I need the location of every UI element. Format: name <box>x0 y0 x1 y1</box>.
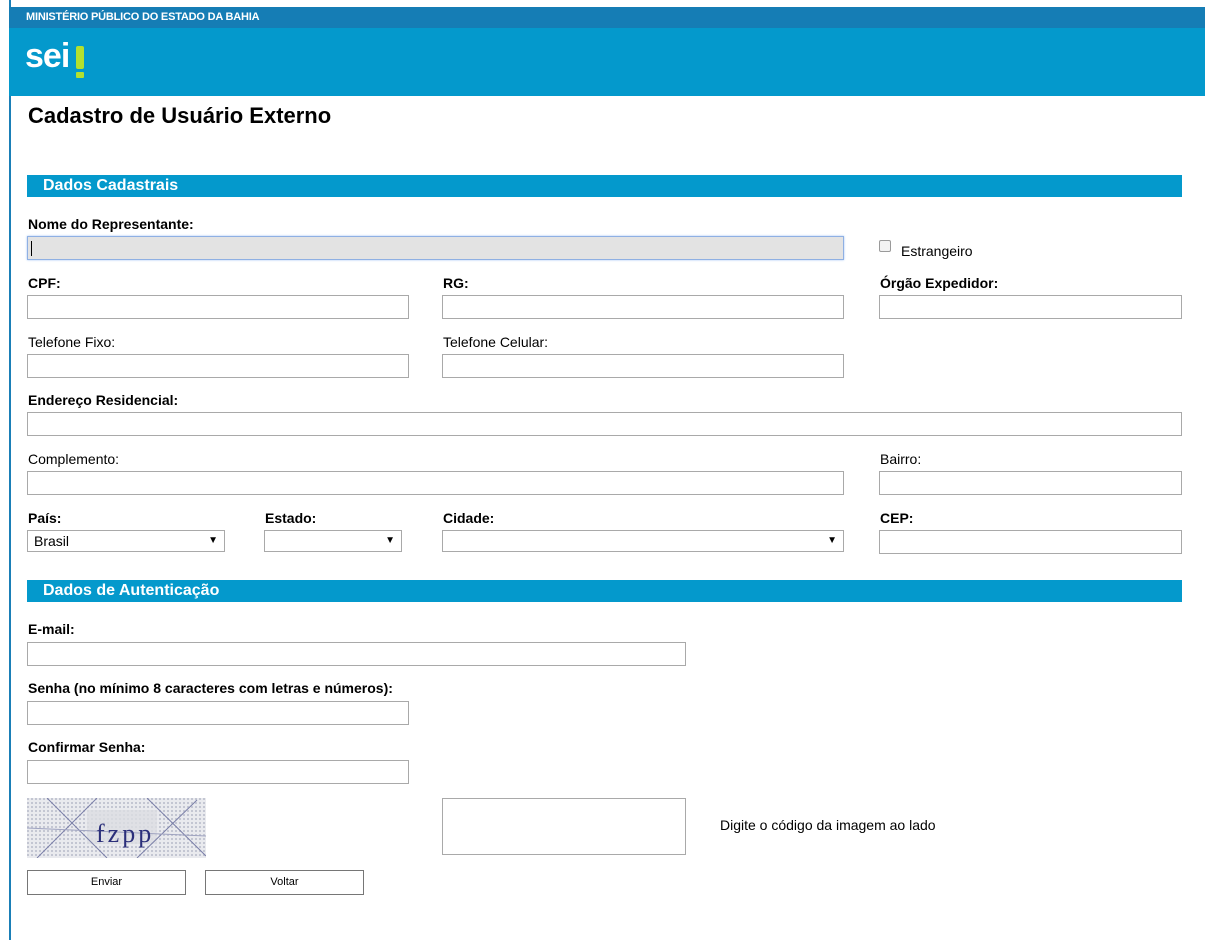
senha-label: Senha (no mínimo 8 caracteres com letras… <box>28 680 393 696</box>
pais-selected-value: Brasil <box>34 533 70 549</box>
complemento-label: Complemento: <box>28 451 120 467</box>
captcha-noise-graphic: fzpp <box>27 798 206 858</box>
confirmar-senha-input[interactable] <box>27 760 409 784</box>
rg-label: RG: <box>443 275 469 291</box>
complemento-input[interactable] <box>27 471 844 495</box>
captcha-code-text: fzpp <box>96 819 154 848</box>
orgao-expedidor-input[interactable] <box>879 295 1182 319</box>
email-label: E-mail: <box>28 621 75 637</box>
endereco-residencial-input[interactable] <box>27 412 1182 436</box>
cpf-label: CPF: <box>28 275 61 291</box>
section-dados-autenticacao: Dados de Autenticação <box>27 580 1182 602</box>
email-input[interactable] <box>27 642 686 666</box>
endereco-residencial-label: Endereço Residencial: <box>28 392 179 408</box>
captcha-hint-label: Digite o código da imagem ao lado <box>720 817 936 833</box>
senha-input[interactable] <box>27 701 409 725</box>
confirmar-senha-label: Confirmar Senha: <box>28 739 146 755</box>
dropdown-arrow-icon: ▼ <box>208 535 218 546</box>
bairro-input[interactable] <box>879 471 1182 495</box>
nome-representante-input[interactable] <box>27 236 844 260</box>
sei-logo[interactable]: sei <box>25 37 84 78</box>
estrangeiro-checkbox[interactable] <box>879 240 891 252</box>
pais-select[interactable]: Brasil ▼ <box>27 530 225 552</box>
logo-text: sei <box>25 37 70 75</box>
pais-label: País: <box>28 510 62 526</box>
dropdown-arrow-icon: ▼ <box>827 535 837 546</box>
captcha-input[interactable] <box>442 798 686 855</box>
orgao-expedidor-label: Órgão Expedidor: <box>880 275 999 291</box>
page-title: Cadastro de Usuário Externo <box>28 103 332 128</box>
text-caret <box>31 241 32 256</box>
header-org-strip: MINISTÉRIO PÚBLICO DO ESTADO DA BAHIA <box>9 7 1205 28</box>
bairro-label: Bairro: <box>880 451 922 467</box>
section-title: Dados de Autenticação <box>43 582 220 599</box>
telefone-celular-input[interactable] <box>442 354 844 378</box>
rg-input[interactable] <box>442 295 844 319</box>
telefone-fixo-label: Telefone Fixo: <box>28 334 116 350</box>
section-dados-cadastrais: Dados Cadastrais <box>27 175 1182 197</box>
cidade-select[interactable]: ▼ <box>442 530 844 552</box>
logo-exclamation-icon <box>76 46 84 78</box>
voltar-button[interactable]: Voltar <box>205 870 364 895</box>
cpf-input[interactable] <box>27 295 409 319</box>
cep-label: CEP: <box>880 510 914 526</box>
nome-representante-label: Nome do Representante: <box>28 216 194 232</box>
org-name: MINISTÉRIO PÚBLICO DO ESTADO DA BAHIA <box>26 11 260 23</box>
estado-label: Estado: <box>265 510 317 526</box>
estado-select[interactable]: ▼ <box>264 530 402 552</box>
captcha-image: fzpp <box>27 798 206 858</box>
section-title: Dados Cadastrais <box>43 177 179 194</box>
left-border <box>9 0 11 940</box>
enviar-button[interactable]: Enviar <box>27 870 186 895</box>
cidade-label: Cidade: <box>443 510 495 526</box>
header-bar: MINISTÉRIO PÚBLICO DO ESTADO DA BAHIA se… <box>9 7 1205 96</box>
dropdown-arrow-icon: ▼ <box>385 535 395 546</box>
telefone-celular-label: Telefone Celular: <box>443 334 549 350</box>
telefone-fixo-input[interactable] <box>27 354 409 378</box>
estrangeiro-label: Estrangeiro <box>901 243 973 259</box>
cep-input[interactable] <box>879 530 1182 554</box>
